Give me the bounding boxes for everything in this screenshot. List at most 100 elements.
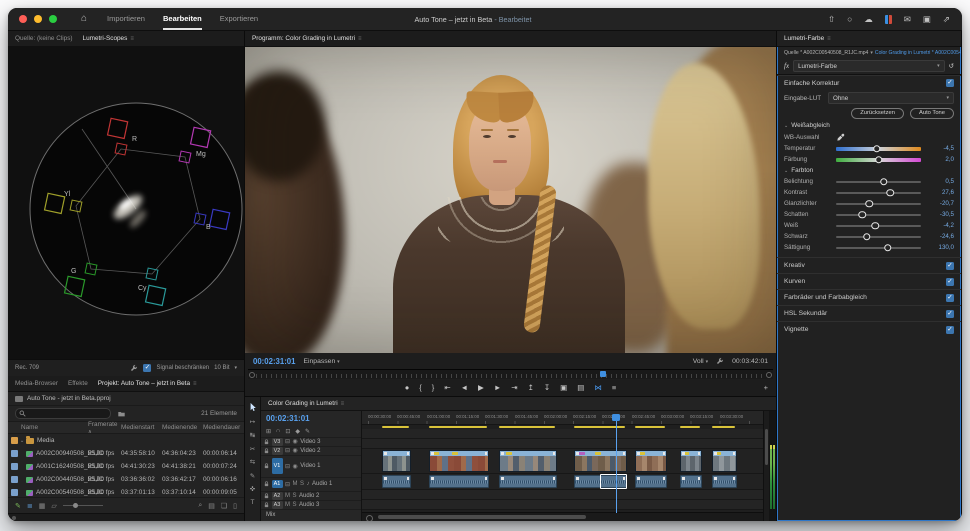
track-v1[interactable] <box>362 449 763 474</box>
input-lut-select[interactable]: Ohne ▾ <box>828 92 954 104</box>
blacks-slider[interactable] <box>836 236 921 238</box>
track-header-mix[interactable]: Mix <box>261 509 361 521</box>
tint-slider[interactable] <box>836 158 921 162</box>
type-tool-icon[interactable]: T <box>251 499 255 506</box>
sync-lock-icon[interactable]: ⊟ <box>285 481 290 488</box>
lock-icon[interactable] <box>264 448 269 454</box>
timeline-playhead[interactable] <box>616 420 617 513</box>
close-window-button[interactable] <box>19 15 27 23</box>
section-checkbox[interactable]: ✓ <box>946 310 954 318</box>
column-medienstart[interactable]: Medienstart <box>121 424 162 431</box>
export-frame-button[interactable]: ▣ <box>560 384 567 392</box>
align-button[interactable]: ≡ <box>612 384 616 392</box>
extract-button[interactable]: ↧ <box>544 384 550 392</box>
program-monitor-frame[interactable] <box>245 47 776 353</box>
lock-icon[interactable] <box>264 502 269 508</box>
track-v2[interactable] <box>362 439 763 449</box>
track-select-tool-icon[interactable]: ↦ <box>250 418 255 426</box>
zoom-handle[interactable] <box>366 515 373 522</box>
label-chip[interactable] <box>11 437 18 444</box>
basic-correction-checkbox[interactable]: ✓ <box>946 79 954 87</box>
razor-tool-icon[interactable]: ✂ <box>250 445 255 453</box>
temperature-slider[interactable] <box>836 147 921 151</box>
solo-button[interactable]: S <box>300 481 304 487</box>
project-scrollbar[interactable] <box>8 513 244 521</box>
delete-icon[interactable]: ▯ <box>233 502 237 510</box>
sequence-marker[interactable] <box>429 426 487 429</box>
label-chip[interactable] <box>11 450 18 457</box>
section-checkbox[interactable]: ✓ <box>946 294 954 302</box>
insert-button[interactable]: ▤ <box>577 384 584 392</box>
timeline-tab[interactable]: Color Grading in Lumetri ≡ <box>261 397 776 411</box>
timeline-ruler[interactable]: 00:00:30:00 00:00:45:00 00:01:00:00 00:0… <box>362 411 763 425</box>
mute-button[interactable]: M <box>285 493 290 499</box>
timeline-lanes[interactable]: 00:00:30:00 00:00:45:00 00:01:00:00 00:0… <box>362 411 763 521</box>
sequence-marker[interactable] <box>574 426 625 429</box>
folder-row[interactable]: ⌄ Media <box>8 434 244 447</box>
shadows-slider[interactable] <box>836 214 921 216</box>
zoom-level-select[interactable]: Einpassen ▾ <box>303 358 339 365</box>
slider-knob[interactable] <box>884 244 892 252</box>
slider-knob[interactable] <box>873 145 881 153</box>
go-to-in-button[interactable]: ⇤ <box>444 384 450 392</box>
freeform-view-icon[interactable]: ▱ <box>51 502 56 510</box>
tab-effects[interactable]: Effekte <box>68 380 88 387</box>
sync-lock-icon[interactable]: ⊟ <box>285 438 290 445</box>
basic-correction-header[interactable]: Einfache Korrektur ✓ <box>777 76 961 90</box>
video-clip[interactable] <box>574 450 627 472</box>
fullscreen-icon[interactable]: ⇗ <box>943 14 950 25</box>
folder-caret-icon[interactable]: ⌄ <box>18 438 26 444</box>
scrubber-end-handle[interactable] <box>766 372 772 378</box>
zoom-window-button[interactable] <box>49 15 57 23</box>
audio-clip[interactable] <box>499 475 557 488</box>
sync-lock-icon[interactable]: ⊟ <box>285 447 290 454</box>
zoom-slider[interactable] <box>63 505 103 506</box>
hand-tool-icon[interactable]: ✜ <box>250 485 255 493</box>
column-mediendauer[interactable]: Mediendauer <box>203 424 244 431</box>
slider-value[interactable]: -4,5 <box>928 145 954 152</box>
selected-audio-clip[interactable] <box>600 474 627 489</box>
hscroll-thumb[interactable] <box>378 515 586 519</box>
track-badge[interactable]: A3 <box>272 501 283 509</box>
sequence-marker[interactable] <box>382 426 409 429</box>
track-header-v1[interactable]: V1 ⊟ ◉ Video 1 <box>261 455 361 477</box>
slider-knob[interactable] <box>863 233 871 241</box>
clip-row[interactable]: A002C00940508_R1JC 25,00 fps 04:35:58:10… <box>8 447 244 460</box>
mark-out-button[interactable]: } <box>432 384 435 392</box>
slider-value[interactable]: -20,7 <box>928 200 954 207</box>
go-to-out-button[interactable]: ⇥ <box>511 384 517 392</box>
sync-icon[interactable]: ○ <box>847 14 852 24</box>
playback-quality-select[interactable]: Voll ▾ <box>693 358 708 365</box>
slip-tool-icon[interactable]: ⇆ <box>250 458 255 466</box>
section-checkbox[interactable]: ✓ <box>946 262 954 270</box>
mute-button[interactable]: M <box>285 502 290 508</box>
reset-effect-icon[interactable]: ↺ <box>949 62 954 70</box>
program-scrubber[interactable] <box>248 369 773 379</box>
track-header-v2[interactable]: V2 ⊟ ◉ Video 2 <box>261 446 361 455</box>
bin-up-icon[interactable] <box>117 410 126 418</box>
audio-clip[interactable] <box>382 475 411 488</box>
audio-clip[interactable] <box>635 475 667 488</box>
clip-row[interactable]: A002C00440508_R1JC 25,00 fps 03:36:36:02… <box>8 473 244 486</box>
tab-lumetri-farbe[interactable]: Lumetri-Farbe ≡ <box>784 35 831 42</box>
mute-button[interactable]: M <box>293 481 298 487</box>
slider-value[interactable]: 130,0 <box>928 244 954 251</box>
panel-menu-icon[interactable]: ≡ <box>358 36 362 42</box>
slider-value[interactable]: -4,2 <box>928 222 954 229</box>
track-a1[interactable] <box>362 474 763 490</box>
tab-importieren[interactable]: Importieren <box>107 8 145 30</box>
project-writable-icon[interactable]: ✎ <box>15 502 21 510</box>
section-hsl[interactable]: HSL Sekundär ✓ <box>777 305 961 321</box>
saturation-slider[interactable] <box>836 247 921 249</box>
tab-bearbeiten[interactable]: Bearbeiten <box>163 8 202 30</box>
tab-program-monitor[interactable]: Programm: Color Grading in Lumetri ≡ <box>252 35 362 42</box>
timeline-settings-icon[interactable]: ✎ <box>305 428 310 435</box>
new-item-icon[interactable]: ❏ <box>221 502 227 510</box>
timeline-timecode[interactable]: 00:02:31:01 <box>261 411 361 426</box>
video-clip[interactable] <box>680 450 702 472</box>
section-farbraeder[interactable]: Farbräder und Farbabgleich ✓ <box>777 289 961 305</box>
timeline-hscrollbar[interactable] <box>362 512 763 521</box>
label-chip[interactable] <box>11 463 18 470</box>
white-balance-header[interactable]: ⌄ Weißabgleich <box>777 120 961 131</box>
nest-toggle-icon[interactable]: ⊞ <box>266 428 271 435</box>
